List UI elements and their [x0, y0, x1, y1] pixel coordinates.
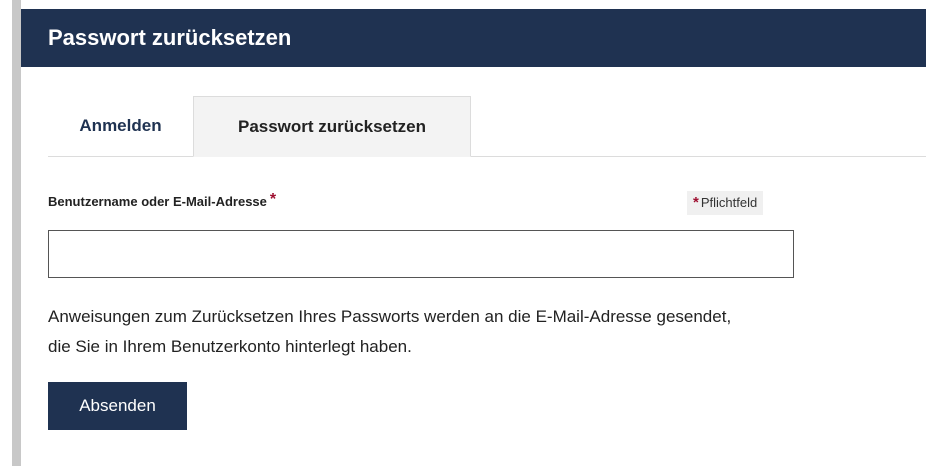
left-border — [12, 0, 21, 466]
tab-login[interactable]: Anmelden — [48, 96, 193, 156]
instructions-text: Anweisungen zum Zurücksetzen Ihres Passw… — [48, 307, 732, 356]
required-asterisk: * — [269, 191, 277, 208]
submit-button[interactable]: Absenden — [48, 382, 187, 430]
reset-password-panel: Passwort zurücksetzen Anmelden Passwort … — [21, 0, 926, 466]
header-bar: Passwort zurücksetzen — [21, 9, 926, 67]
username-email-input[interactable] — [48, 230, 794, 278]
username-label-text: Benutzername oder E-Mail-Adresse — [48, 194, 267, 209]
tab-bar: Anmelden Passwort zurücksetzen — [48, 96, 926, 157]
required-field-note: * Pflichtfeld — [687, 191, 764, 215]
page: Passwort zurücksetzen Anmelden Passwort … — [0, 0, 926, 466]
required-note-text: Pflichtfeld — [700, 195, 758, 210]
required-note-asterisk: * — [693, 194, 699, 211]
page-title: Passwort zurücksetzen — [48, 25, 292, 50]
username-label: Benutzername oder E-Mail-Adresse * — [48, 191, 277, 211]
tab-reset-password[interactable]: Passwort zurücksetzen — [193, 96, 471, 157]
